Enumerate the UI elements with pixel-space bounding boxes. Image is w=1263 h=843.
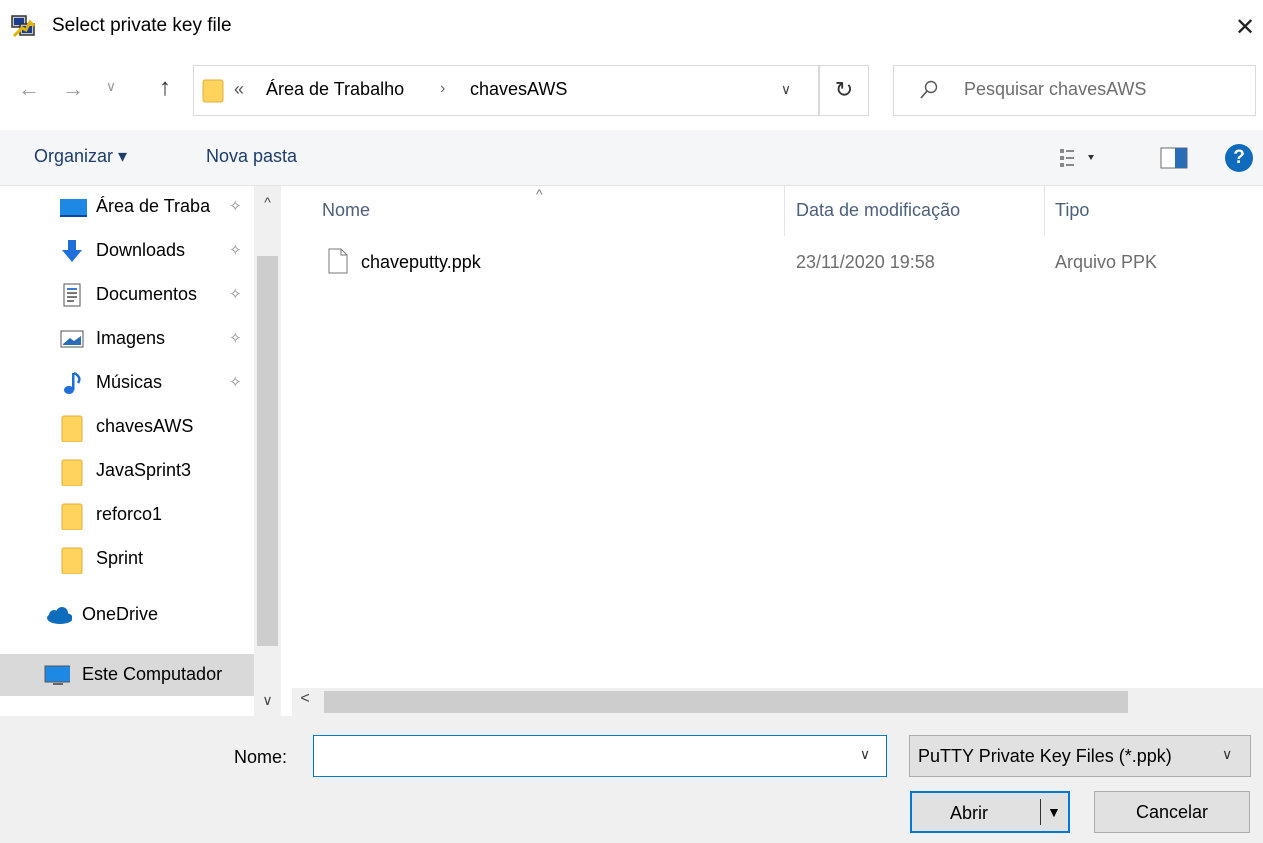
cloud-icon [47,607,72,624]
organize-button[interactable]: Organizar ▾ [34,146,127,167]
music-icon [64,371,81,394]
sidebar-item-documents[interactable]: Documentos ✧ [0,274,254,316]
chevron-down-icon: ∨ [1222,746,1233,762]
search-icon [920,80,938,99]
pictures-icon [60,330,84,348]
pin-icon: ✧ [229,242,242,259]
sidebar-item-sprint[interactable]: Sprint [0,538,254,580]
cancel-button[interactable]: Cancelar [1094,791,1250,833]
new-folder-button[interactable]: Nova pasta [206,146,297,167]
filename-label: Nome: [234,747,288,767]
sidebar-item-label: Área de Traba [96,196,211,216]
up-button[interactable]: ↑ [150,74,180,108]
column-divider[interactable] [784,186,785,236]
sidebar-item-label: OneDrive [82,604,159,624]
sidebar-item-music[interactable]: Músicas ✧ [0,362,254,404]
sidebar-item-label: Sprint [96,548,144,568]
search-input[interactable]: Pesquisar chavesAWS [964,79,1146,100]
address-bar[interactable]: « Área de Trabalho › chavesAWS ∨ [193,65,819,116]
documents-icon [63,283,81,307]
change-view-icon[interactable] [1058,144,1128,172]
sidebar-item-desktop[interactable]: Área de Traba ✧ [0,186,254,228]
table-row[interactable]: chaveputty.ppk 23/11/2020 19:58 Arquivo … [292,238,1263,282]
open-options-dropdown-icon[interactable]: ▼ [1047,804,1061,820]
refresh-button[interactable]: ↻ [819,65,869,116]
sidebar-item-reforco1[interactable]: reforco1 [0,494,254,536]
filename-input[interactable] [313,735,887,777]
breadcrumb-separator-icon[interactable]: › [440,80,445,98]
file-type-value: PuTTY Private Key Files (*.ppk) [918,746,1172,766]
horizontal-scrollbar[interactable]: < [292,688,1263,716]
address-overflow-icon[interactable]: « [234,79,244,100]
pin-icon: ✧ [229,286,242,303]
file-date: 23/11/2020 19:58 [796,252,935,272]
open-button-label: Abrir [950,803,989,823]
folder-icon [61,415,83,442]
scrollbar-thumb[interactable] [324,691,1128,713]
scrollbar-thumb[interactable] [257,256,278,646]
help-icon[interactable]: ? [1225,144,1253,172]
file-type-select[interactable]: PuTTY Private Key Files (*.ppk) ∨ [909,735,1251,777]
pin-icon: ✧ [229,330,242,347]
sidebar-item-label: JavaSprint3 [96,460,192,480]
putty-key-icon [11,15,36,38]
window-title: Select private key file [52,15,232,36]
filename-dropdown-icon[interactable]: ∨ [853,746,877,766]
dialog-footer: Nome: ∨ PuTTY Private Key Files (*.ppk) … [0,716,1263,843]
column-header-type[interactable]: Tipo [1055,200,1089,221]
sidebar-item-label: Downloads [96,240,186,260]
breadcrumb-desktop[interactable]: Área de Trabalho [266,79,404,100]
scroll-down-icon[interactable]: ∨ [254,692,281,716]
folder-icon [202,79,224,103]
scroll-left-icon[interactable]: < [292,690,318,714]
sidebar-item-label: Músicas [96,372,163,392]
address-dropdown-icon[interactable]: ∨ [774,81,798,101]
sidebar-item-label: Este Computador [82,664,223,684]
sidebar-item-downloads[interactable]: Downloads ✧ [0,230,254,272]
pin-icon: ✧ [229,374,242,391]
file-icon [328,248,348,274]
folder-icon [61,459,83,486]
sidebar-item-pictures[interactable]: Imagens ✧ [0,318,254,360]
sort-ascending-icon: ^ [536,186,543,202]
pin-icon: ✧ [229,198,242,215]
breadcrumb-chavesaws[interactable]: chavesAWS [470,79,567,100]
sidebar-item-label: chavesAWS [96,416,194,436]
recent-locations-button[interactable]: ∨ [100,78,122,104]
navigation-pane: Área de Traba ✧ Downloads ✧ Documentos ✧… [0,186,288,716]
column-header-date[interactable]: Data de modificação [796,200,960,221]
title-bar: Select private key file ✕ [0,0,1263,56]
sidebar-item-label: Documentos [96,284,198,304]
open-button[interactable]: Abrir ▼ [910,791,1070,833]
computer-icon [44,665,70,685]
split-divider [1040,799,1041,825]
forward-button[interactable]: → [58,76,88,106]
folder-icon [61,503,83,530]
sidebar-item-onedrive[interactable]: OneDrive [0,594,254,636]
sidebar-item-this-pc[interactable]: Este Computador [0,654,254,696]
sidebar-item-label: reforco1 [96,504,163,524]
close-button[interactable]: ✕ [1228,8,1262,48]
sidebar-item-label: Imagens [96,328,166,348]
column-divider[interactable] [1044,186,1045,236]
download-icon [62,240,82,262]
file-name: chaveputty.ppk [361,252,481,272]
sidebar-scrollbar[interactable]: ^ [254,186,281,716]
sidebar-item-javasprint3[interactable]: JavaSprint3 [0,450,254,492]
sidebar-item-chavesaws[interactable]: chavesAWS [0,406,254,448]
file-type: Arquivo PPK [1055,252,1158,272]
desktop-icon [60,199,87,217]
back-button[interactable]: ← [14,76,44,106]
file-list: ^ Nome Data de modificação Tipo chaveput… [292,186,1263,686]
column-header-name[interactable]: Nome [322,200,370,221]
folder-icon [61,547,83,574]
preview-pane-icon[interactable] [1160,146,1188,170]
scroll-up-icon[interactable]: ^ [254,194,281,214]
search-box[interactable]: Pesquisar chavesAWS [893,65,1256,116]
command-bar: Organizar ▾ Nova pasta ? [0,130,1263,186]
